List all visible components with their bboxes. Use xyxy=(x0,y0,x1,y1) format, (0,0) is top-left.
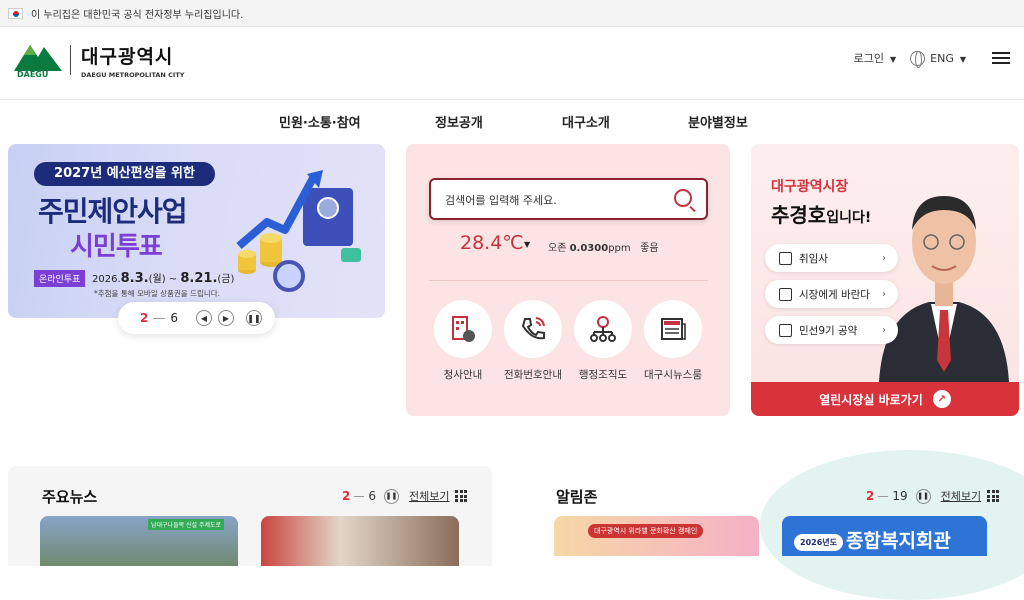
banner-tag: 온라인투표 xyxy=(34,270,86,287)
mountain-logo-icon: DAEGU xyxy=(14,41,62,79)
pledge-button[interactable]: 민선9기 공약 › xyxy=(765,316,898,344)
mayor-name: 추경호입니다! xyxy=(771,203,872,227)
search-placeholder: 검색어를 입력해 주세요. xyxy=(445,194,557,207)
promo-banner[interactable]: 2027년 예산편성을 위한 주민제안사업 시민투표 온라인투표 2026.8.… xyxy=(8,144,385,318)
search-weather-panel: 검색어를 입력해 주세요. 28.4℃ ▼ 오존 0.0300ppm 좋음 청사… xyxy=(406,144,730,416)
news-current: 2 xyxy=(342,489,351,503)
quick-link-building[interactable]: 청사안내 xyxy=(434,300,492,382)
nav-item-about[interactable]: 대구소개 xyxy=(562,112,610,131)
pause-icon[interactable]: ❚❚ xyxy=(915,488,931,504)
chevron-down-icon[interactable]: ▼ xyxy=(524,240,530,249)
site-logo[interactable]: DAEGU 대구광역시 DAEGU METROPOLITAN CITY xyxy=(14,41,184,79)
quick-link-label: 대구시뉴스룸 xyxy=(644,369,702,381)
news-section: 주요뉴스 2 6 ❚❚ 전체보기 남대구나들목 신설 주제도로 xyxy=(8,466,492,566)
alarm-card[interactable]: 2026년도 종합복지회관 xyxy=(782,516,987,556)
pause-icon[interactable]: ❚❚ xyxy=(384,488,399,504)
quick-link-newsroom[interactable]: 대구시뉴스룸 xyxy=(644,300,702,382)
inaugural-speech-button[interactable]: 취임사 › xyxy=(765,244,898,272)
grid-icon[interactable] xyxy=(455,490,468,502)
slide-total: 6 xyxy=(170,311,178,325)
prev-slide-icon[interactable]: ◀ xyxy=(196,310,212,326)
site-header: DAEGU 대구광역시 DAEGU METROPOLITAN CITY 로그인 ▼… xyxy=(0,27,1024,100)
chevron-right-icon: › xyxy=(882,288,886,300)
quick-link-label: 청사안내 xyxy=(443,369,483,381)
globe-icon xyxy=(910,50,926,68)
air-quality: 오존 0.0300ppm 좋음 xyxy=(548,243,659,254)
alarm-card-tag: 2026년도 xyxy=(794,534,843,551)
alarm-card-title: 종합복지회관 xyxy=(846,530,951,552)
gov-notice-text[interactable]: 이 누리집은 대한민국 공식 전자정부 누리집입니다. xyxy=(31,6,243,21)
banner-subtitle: 시민투표 xyxy=(70,232,163,262)
banner-title: 주민제안사업 xyxy=(38,195,188,228)
news-pager: 2 6 ❚❚ 전체보기 xyxy=(342,488,468,504)
news-title: 주요뉴스 xyxy=(42,488,98,506)
quick-link-label: 전화번호안내 xyxy=(504,369,562,381)
logo-title: 대구광역시 xyxy=(81,45,174,68)
nav-item-civil[interactable]: 민원·소통·참여 xyxy=(279,112,361,131)
mayor-office-link[interactable]: 열린시장실 바로가기 ↗ xyxy=(751,382,1019,416)
document-icon xyxy=(779,251,792,265)
alarm-total: 19 xyxy=(892,489,908,503)
external-link-icon: ↗ xyxy=(932,390,951,408)
logo-badge: DAEGU xyxy=(17,70,49,79)
temperature: 28.4℃ xyxy=(460,232,524,254)
banner-note: *추첨을 통해 모바일 상품권을 드립니다. xyxy=(94,289,221,298)
news-total: 6 xyxy=(368,489,376,503)
alarm-pager: 2 19 ❚❚ 전체보기 xyxy=(866,488,1000,504)
chevron-right-icon: › xyxy=(882,324,886,336)
korea-flag-icon xyxy=(8,7,23,19)
utility-menu: 로그인 ▼ ENG ▼ xyxy=(854,49,1024,68)
org-chart-icon xyxy=(590,316,616,342)
logo-subtitle: DAEGU METROPOLITAN CITY xyxy=(81,70,185,79)
alarm-title: 알림존 xyxy=(556,488,598,506)
alarm-view-all-link[interactable]: 전체보기 xyxy=(941,488,981,504)
mayor-portrait xyxy=(879,196,1009,382)
phone-icon xyxy=(521,317,545,340)
banner-pill: 2027년 예산편성을 위한 xyxy=(34,162,215,186)
quick-link-label: 행정조직도 xyxy=(578,369,628,381)
suggestion-button[interactable]: 시장에게 바란다 › xyxy=(765,280,898,308)
login-link[interactable]: 로그인 ▼ xyxy=(854,50,897,66)
quick-link-phone[interactable]: 전화번호안내 xyxy=(504,300,562,382)
chevron-down-icon: ▼ xyxy=(959,54,966,64)
main-nav: 민원·소통·참여 정보공개 대구소개 분야별정보 xyxy=(0,100,1024,142)
language-selector[interactable]: ENG ▼ xyxy=(930,52,966,65)
next-slide-icon[interactable]: ▶ xyxy=(218,310,234,326)
search-icon[interactable] xyxy=(674,189,692,207)
news-thumb-caption: 남대구나들목 신설 주제도로 xyxy=(148,519,225,530)
slide-current: 2 xyxy=(140,311,149,325)
news-thumbnail[interactable] xyxy=(261,516,459,566)
chevron-right-icon: › xyxy=(882,252,886,264)
gov-notice-bar: 이 누리집은 대한민국 공식 전자정부 누리집입니다. xyxy=(0,0,1024,27)
pause-icon[interactable]: ❚❚ xyxy=(246,310,262,326)
search-input[interactable]: 검색어를 입력해 주세요. xyxy=(429,178,708,220)
news-thumbnail[interactable]: 남대구나들목 신설 주제도로 xyxy=(40,516,238,566)
quick-link-org[interactable]: 행정조직도 xyxy=(574,300,632,382)
mayor-title: 대구광역시장 xyxy=(771,179,849,195)
alarm-card-caption: 대구광역시 위라밸 문화확산 캠페인 xyxy=(588,524,704,538)
chart-illustration-icon xyxy=(236,170,361,292)
alarm-card[interactable]: 대구광역시 위라밸 문화확산 캠페인 xyxy=(554,516,759,556)
banner-date: 2026.8.3.(월) ~ 8.21.(금) xyxy=(92,271,235,286)
mayor-panel: 대구광역시장 추경호입니다! 취임사 › 시장에게 바란다 › 민선9기 공약 › 열… xyxy=(751,144,1019,416)
banner-slide-control: 2 6 ◀ ▶ ❚❚ xyxy=(118,302,275,334)
message-icon xyxy=(779,287,792,301)
slide-divider xyxy=(153,317,166,319)
pen-icon xyxy=(779,323,792,337)
building-icon xyxy=(452,316,475,342)
divider xyxy=(429,280,708,281)
nav-item-fields[interactable]: 분야별정보 xyxy=(688,112,748,131)
nav-item-disclosure[interactable]: 정보공개 xyxy=(435,112,483,131)
alarm-current: 2 xyxy=(866,489,875,503)
grid-icon[interactable] xyxy=(987,490,1000,502)
news-view-all-link[interactable]: 전체보기 xyxy=(409,488,449,504)
logo-divider xyxy=(70,45,71,75)
chevron-down-icon: ▼ xyxy=(889,55,897,64)
hamburger-menu-icon[interactable] xyxy=(992,49,1010,67)
newspaper-icon xyxy=(661,318,686,340)
